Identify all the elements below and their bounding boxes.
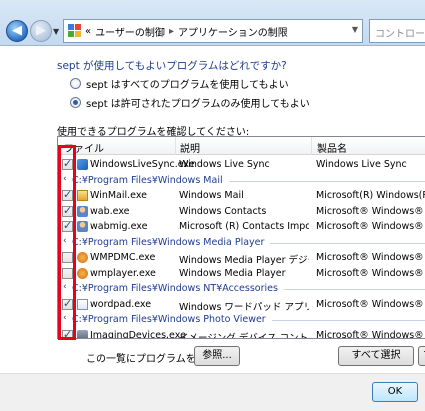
folder-path: C:¥Program Files¥Windows Photo Viewer — [72, 314, 266, 325]
program-row[interactable]: wmplayer.exe Windows Media Player Microsof… — [58, 266, 425, 282]
radio-allow-permitted[interactable]: sept は許可されたプログラムのみ使用してもよい — [70, 95, 310, 110]
program-product: Microsoft® Windows® Opera — [316, 298, 425, 310]
radio-allow-all[interactable]: sept はすべてのプログラムを使用してもよい — [70, 76, 289, 91]
program-row[interactable]: WMPDMC.exeWindows Media Player デジタル...Mi… — [58, 250, 425, 266]
program-description: イメージング デバイス コントロ... — [179, 332, 309, 339]
document-icon — [77, 298, 88, 310]
navigation-bar: ◀ ▶ ▼ « ユーザーの制御 ▸ アプリケーションの制限 ▼ コントロール — [0, 0, 425, 46]
breadcrumb-user-controls[interactable]: ユーザーの制御 — [95, 24, 165, 39]
radio-label: sept はすべてのプログラムを使用してもよい — [86, 80, 289, 91]
folder-group-header[interactable]: ‹ C:¥Program Files¥Windows Media Player — [58, 235, 425, 251]
program-row[interactable]: wordpad.exeWindows ワードパッド アプリケ...Microso… — [58, 297, 425, 313]
address-bar[interactable]: « ユーザーの制御 ▸ アプリケーションの制限 ▼ — [63, 19, 363, 43]
program-description: Microsoft (R) Contacts Import Tool — [179, 221, 309, 232]
list-header: ファイル 説明 製品名 — [58, 137, 425, 155]
media-icon — [77, 267, 88, 279]
program-product: Microsoft® Windows® Opera — [316, 252, 425, 263]
column-header-description[interactable]: 説明 — [180, 140, 200, 155]
program-product: Windows Live Sync — [316, 159, 407, 170]
breadcrumb-chevron-icon[interactable]: ▸ — [169, 26, 174, 37]
folder-group-header[interactable]: ‹ C:¥Program Files¥Windows Mail — [58, 173, 425, 189]
program-list[interactable]: ファイル 説明 製品名 WindowsLiveSync.exeWindows L… — [57, 136, 425, 339]
control-panel-icon — [68, 24, 82, 38]
app-icon — [77, 159, 88, 170]
folder-path: C:¥Program Files¥Windows NT¥Accessories — [72, 283, 278, 294]
highlight-checkbox-column — [58, 145, 76, 340]
program-description: Windows Contacts — [179, 205, 267, 217]
program-description: Windows Mail — [179, 190, 244, 201]
breadcrumb-prefix[interactable]: « — [85, 26, 91, 37]
program-product: Microsoft® Windows® Opera — [316, 205, 425, 217]
program-row[interactable]: wabmig.exeMicrosoft (R) Contacts Import … — [58, 219, 425, 235]
radio-label: sept は許可されたプログラムのみ使用してもよい — [86, 99, 310, 110]
folder-path: C:¥Program Files¥Windows Media Player — [72, 236, 265, 248]
folder-path: C:¥Program Files¥Windows Mail — [72, 174, 223, 186]
radio-button[interactable] — [70, 78, 81, 89]
group-divider-line — [284, 289, 425, 290]
folder-group-header[interactable]: ‹ C:¥Program Files¥Windows Photo Viewer — [58, 312, 425, 328]
radio-button[interactable] — [70, 97, 81, 108]
clear-all-button[interactable]: す — [418, 346, 425, 366]
column-header-product[interactable]: 製品名 — [317, 140, 347, 155]
program-description: Windows Media Player デジタル... — [179, 255, 309, 266]
program-row[interactable]: wab.exeWindows ContactsMicrosoft® Window… — [58, 204, 425, 220]
program-product: Microsoft(R) Windows(R) Ope — [316, 190, 425, 201]
breadcrumb-app-restrictions[interactable]: アプリケーションの制限 — [178, 24, 288, 39]
program-description: Windows ワードパッド アプリケ... — [179, 301, 309, 313]
recent-pages-dropdown-icon[interactable]: ▼ — [53, 27, 59, 36]
back-button[interactable]: ◀ — [6, 20, 28, 42]
media-icon — [77, 252, 88, 263]
program-product: Microsoft® Windows® Opera — [316, 267, 425, 279]
group-divider-line — [272, 320, 425, 321]
browse-button[interactable]: 参照... — [194, 346, 240, 366]
footer-bar — [0, 373, 425, 411]
mail-icon — [77, 190, 88, 201]
select-all-button[interactable]: すべて選択 — [338, 346, 414, 366]
forward-button[interactable]: ▶ — [30, 20, 52, 42]
program-description: Windows Live Sync — [179, 159, 270, 170]
contacts-icon — [77, 205, 88, 217]
ok-button[interactable]: OK — [372, 382, 418, 402]
folder-group-header[interactable]: ‹ C:¥Program Files¥Windows NT¥Accessories — [58, 281, 425, 297]
program-row[interactable]: WinMail.exeWindows MailMicrosoft(R) Wind… — [58, 188, 425, 204]
address-dropdown-icon[interactable]: ▼ — [352, 25, 358, 34]
page-question: sept が使用してもよいプログラムはどれですか? — [57, 60, 287, 72]
column-divider[interactable] — [311, 137, 312, 155]
program-description: Windows Media Player — [179, 267, 286, 279]
contacts-icon — [77, 221, 88, 232]
camera-icon — [77, 329, 88, 338]
program-row[interactable]: WindowsLiveSync.exeWindows Live SyncWind… — [58, 157, 425, 173]
program-product: Microsoft® Windows® Opera — [316, 329, 425, 339]
column-divider[interactable] — [175, 137, 176, 155]
search-input[interactable]: コントロール — [369, 19, 425, 43]
program-product: Microsoft® Windows® Opera — [316, 221, 425, 232]
group-divider-line — [229, 180, 425, 182]
group-divider-line — [270, 242, 425, 244]
program-row[interactable]: ImagingDevices.exeイメージング デバイス コントロ...Mic… — [58, 328, 425, 339]
